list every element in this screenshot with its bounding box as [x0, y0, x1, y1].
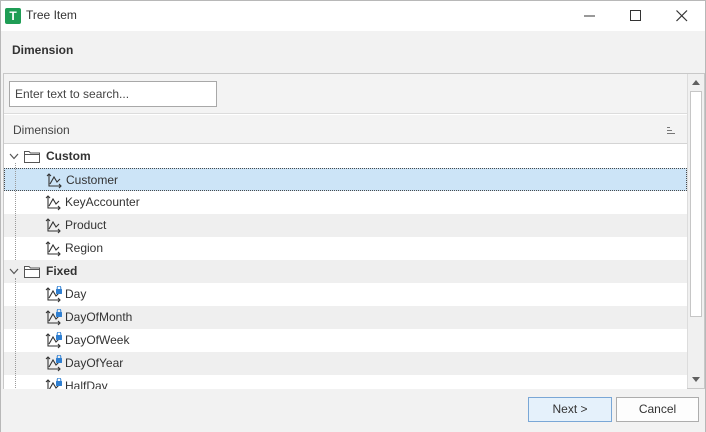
tree-item-row[interactable]: Customer	[4, 168, 687, 191]
scroll-up-button[interactable]	[688, 74, 704, 91]
dimension-icon	[44, 240, 64, 261]
minimize-icon	[584, 15, 595, 17]
locked-dimension-icon	[44, 377, 64, 389]
maximize-icon	[630, 10, 641, 21]
tree-item-label: DayOfMonth	[65, 310, 133, 324]
arrow-down-icon	[692, 377, 700, 382]
folder-icon	[24, 149, 40, 166]
search-input[interactable]	[9, 81, 217, 107]
maximize-button[interactable]	[613, 1, 659, 31]
chevron-down-icon[interactable]	[8, 266, 20, 280]
tree-item-label: DayOfWeek	[65, 333, 130, 347]
tree-item-row[interactable]: HalfDay	[4, 375, 687, 389]
cancel-button[interactable]: Cancel	[616, 397, 699, 422]
vertical-scrollbar[interactable]	[687, 74, 704, 388]
locked-dimension-icon	[44, 354, 64, 376]
tree-group-row[interactable]: Custom	[4, 145, 687, 168]
chevron-down-icon[interactable]	[8, 151, 20, 165]
folder-icon	[24, 264, 40, 281]
minimize-button[interactable]	[567, 1, 613, 31]
search-area	[4, 74, 687, 114]
tree-item-row[interactable]: DayOfMonth	[4, 306, 687, 329]
dimension-panel: Dimension Custom Customer KeyAccounter Prod…	[3, 73, 705, 389]
close-button[interactable]	[659, 1, 705, 31]
scroll-thumb[interactable]	[690, 91, 702, 317]
column-header-label: Dimension	[13, 123, 70, 137]
tree-item-row[interactable]: KeyAccounter	[4, 191, 687, 214]
dimension-heading: Dimension	[12, 43, 74, 57]
dimension-header: Dimension	[1, 31, 705, 73]
tree-connector-line	[15, 163, 16, 260]
dimension-icon	[44, 194, 64, 215]
app-icon: T	[5, 8, 21, 24]
tree-item-row[interactable]: Region	[4, 237, 687, 260]
next-button[interactable]: Next >	[528, 397, 612, 422]
tree-item-label: HalfDay	[65, 379, 108, 389]
tree-item-label: Fixed	[46, 264, 78, 278]
dimension-tree: Custom Customer KeyAccounter Product Region F…	[4, 145, 687, 389]
locked-dimension-icon	[44, 308, 64, 330]
tree-item-row[interactable]: Product	[4, 214, 687, 237]
column-header[interactable]: Dimension	[4, 115, 687, 144]
tree-item-row[interactable]: Day	[4, 283, 687, 306]
column-menu-icon[interactable]	[667, 126, 676, 135]
title-bar[interactable]: T Tree Item	[1, 1, 705, 31]
tree-item-dialog: T Tree Item Dimension Dimension CustomCu…	[0, 0, 706, 432]
close-icon	[676, 10, 688, 22]
dialog-footer: Next > Cancel	[1, 390, 705, 432]
tree-group-row[interactable]: Fixed	[4, 260, 687, 283]
tree-item-label: Region	[65, 241, 104, 255]
tree-item-label: KeyAccounter	[65, 195, 140, 209]
locked-dimension-icon	[44, 285, 64, 307]
dimension-icon	[45, 172, 65, 193]
locked-dimension-icon	[44, 331, 64, 353]
dimension-icon	[44, 217, 64, 238]
window-title: Tree Item	[26, 8, 77, 22]
tree-item-label: Product	[65, 218, 107, 232]
tree-item-label: DayOfYear	[65, 356, 124, 370]
tree-item-row[interactable]: DayOfYear	[4, 352, 687, 375]
scroll-down-button[interactable]	[688, 371, 704, 388]
tree-item-label: Customer	[66, 173, 119, 187]
tree-connector-line	[15, 278, 16, 389]
arrow-up-icon	[692, 80, 700, 85]
tree-item-label: Custom	[46, 149, 91, 163]
tree-item-label: Day	[65, 287, 87, 301]
tree-item-row[interactable]: DayOfWeek	[4, 329, 687, 352]
